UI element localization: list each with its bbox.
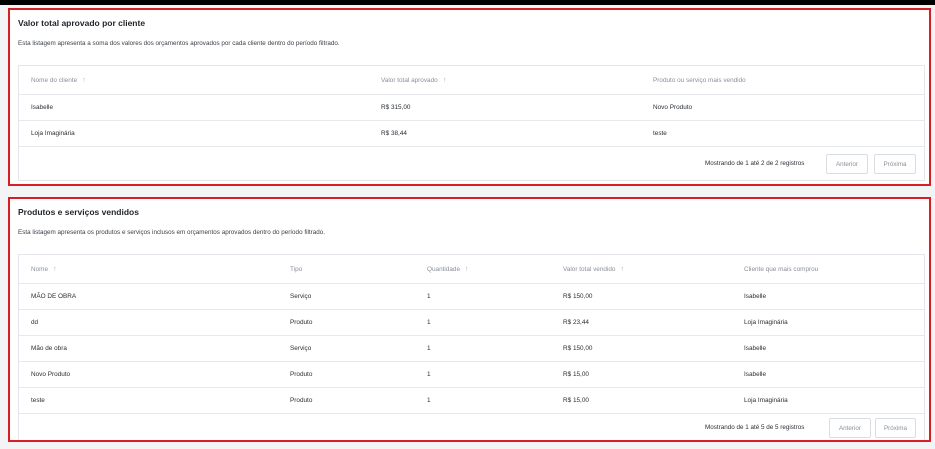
column-type: Tipo [290, 265, 303, 273]
column-total-approved[interactable]: Valor total aprovado ↑ [381, 66, 446, 94]
arrow-up-icon: ↑ [465, 265, 469, 273]
cell-name: teste [31, 397, 45, 404]
table-row: Mão de obra Serviço 1 R$ 150,00 Isabelle [19, 336, 924, 362]
cell-type: Produto [290, 319, 313, 326]
cell-quantity: 1 [427, 397, 431, 404]
column-top-product: Produto ou serviço mais vendido [653, 76, 746, 84]
column-client-name[interactable]: Nome do cliente ↑ [31, 66, 86, 94]
table-row: MÃO DE OBRA Serviço 1 R$ 150,00 Isabelle [19, 284, 924, 310]
previous-page-button[interactable]: Anterior [826, 154, 868, 174]
pagination-info: Mostrando de 1 até 2 de 2 registros [705, 160, 805, 167]
cell-total: R$ 150,00 [563, 345, 593, 352]
cell-type: Produto [290, 371, 313, 378]
table-row: Loja Imaginária R$ 38,44 teste [19, 121, 924, 147]
cell-client: Isabelle [744, 345, 767, 352]
column-quantity[interactable]: Quantidade ↑ [427, 255, 469, 283]
column-top-client: Cliente que mais comprou [744, 265, 819, 273]
cell-total: R$ 315,00 [381, 104, 411, 111]
cell-name: MÃO DE OBRA [31, 293, 77, 300]
cell-name: Novo Produto [31, 371, 71, 378]
next-page-button[interactable]: Próxima [874, 154, 916, 174]
cell-quantity: 1 [427, 319, 431, 326]
cell-client: Isabelle [744, 293, 767, 300]
products-sold-table: Nome ↑ Tipo Quantidade ↑ Valor total ven… [18, 254, 925, 440]
cell-client: Loja Imaginária [744, 397, 788, 404]
products-sold-panel: Produtos e serviços vendidos Esta listag… [8, 197, 931, 442]
cell-total: R$ 38,44 [381, 130, 407, 137]
arrow-up-icon: ↑ [53, 265, 57, 273]
cell-client: Isabelle [744, 371, 767, 378]
arrow-up-icon: ↑ [442, 76, 447, 84]
top-bar [0, 0, 935, 5]
cell-type: Serviço [290, 293, 312, 300]
cell-quantity: 1 [427, 371, 431, 378]
cell-quantity: 1 [427, 345, 431, 352]
cell-total: R$ 15,00 [563, 397, 589, 404]
panel-title: Valor total aprovado por cliente [18, 18, 146, 28]
column-total-sold[interactable]: Valor total vendido ↑ [563, 255, 624, 283]
cell-client: Loja Imaginária [744, 319, 788, 326]
table-header: Nome ↑ Tipo Quantidade ↑ Valor total ven… [19, 255, 924, 284]
pagination-info: Mostrando de 1 até 5 de 5 registros [705, 424, 805, 431]
table-row: dd Produto 1 R$ 23,44 Loja Imaginária [19, 310, 924, 336]
next-page-button[interactable]: Próxima [875, 418, 916, 438]
approved-by-client-table: Nome do cliente ↑ Valor total aprovado ↑… [18, 65, 925, 181]
column-name[interactable]: Nome ↑ [31, 255, 57, 283]
cell-client: Loja Imaginária [31, 130, 75, 137]
panel-description: Esta listagem apresenta os produtos e se… [18, 229, 325, 236]
panel-title: Produtos e serviços vendidos [18, 207, 139, 217]
cell-quantity: 1 [427, 293, 431, 300]
arrow-up-icon: ↑ [82, 76, 86, 84]
panel-description: Esta listagem apresenta a soma dos valor… [18, 40, 340, 47]
previous-page-button[interactable]: Anterior [829, 418, 871, 438]
cell-total: R$ 150,00 [563, 293, 593, 300]
pagination: Mostrando de 1 até 5 de 5 registros Ante… [19, 415, 924, 441]
table-row: Isabelle R$ 315,00 Novo Produto [19, 95, 924, 121]
cell-type: Produto [290, 397, 313, 404]
cell-name: Mão de obra [31, 345, 67, 352]
arrow-up-icon: ↑ [620, 265, 624, 273]
table-header: Nome do cliente ↑ Valor total aprovado ↑… [19, 66, 924, 95]
cell-total: R$ 15,00 [563, 371, 589, 378]
cell-product: Novo Produto [653, 104, 693, 111]
cell-product: teste [653, 130, 667, 137]
table-row: teste Produto 1 R$ 15,00 Loja Imaginária [19, 388, 924, 414]
table-row: Novo Produto Produto 1 R$ 15,00 Isabelle [19, 362, 924, 388]
pagination: Mostrando de 1 até 2 de 2 registros Ante… [19, 148, 924, 180]
cell-type: Serviço [290, 345, 312, 352]
cell-total: R$ 23,44 [563, 319, 589, 326]
cell-client: Isabelle [31, 104, 54, 111]
cell-name: dd [31, 319, 39, 326]
approved-by-client-panel: Valor total aprovado por cliente Esta li… [8, 8, 931, 186]
